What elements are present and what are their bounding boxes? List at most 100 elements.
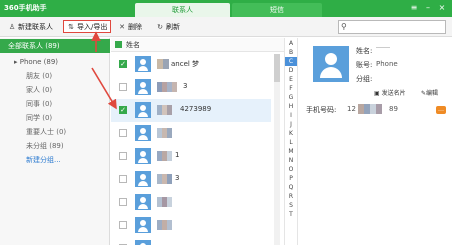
import-export-label: 导入/导出 — [77, 23, 108, 31]
tab-contacts[interactable]: 联系人 — [135, 3, 230, 17]
list-item[interactable] — [111, 122, 271, 145]
redacted-name — [157, 151, 172, 161]
message-icon[interactable]: … — [436, 106, 446, 114]
index-letter[interactable]: T — [285, 210, 297, 219]
search-input[interactable]: ⚲ — [338, 20, 446, 34]
index-letter[interactable]: M — [285, 147, 297, 156]
minimize-icon[interactable]: – — [422, 2, 434, 14]
list-item[interactable]: ✓ 4273989 — [111, 99, 271, 122]
contact-detail-panel: 姓名: 账号: Phone 分组: ▣ 发送名片 ✎编辑 手机号码: 12 89… — [297, 38, 452, 245]
import-export-button[interactable]: ⇅ 导入/导出 — [63, 20, 112, 33]
avatar — [135, 125, 151, 141]
index-letter-active[interactable]: C — [285, 57, 297, 66]
sidebar-item-all-contacts[interactable]: 全部联系人 (89) — [0, 39, 110, 53]
redacted-name — [157, 105, 172, 115]
delete-button[interactable]: ✕ 删除 — [118, 21, 142, 34]
index-letter[interactable]: O — [285, 165, 297, 174]
avatar — [135, 240, 151, 245]
redacted-name — [157, 220, 172, 230]
sidebar-item-vip[interactable]: 重要人士 (0) — [0, 125, 110, 139]
index-letter[interactable]: B — [285, 48, 297, 57]
account-value: Phone — [376, 60, 398, 68]
import-icon: ⇅ — [68, 23, 74, 31]
sidebar-item-label: Phone (89) — [19, 58, 59, 66]
index-letter[interactable]: K — [285, 129, 297, 138]
row-checkbox[interactable] — [119, 221, 127, 229]
index-letter[interactable]: J — [285, 120, 297, 129]
send-card-button[interactable]: ▣ 发送名片 — [374, 88, 406, 97]
menu-icon[interactable]: ≡ — [408, 2, 420, 14]
redacted-name — [157, 197, 172, 207]
list-item[interactable] — [111, 214, 271, 237]
index-letter[interactable]: S — [285, 201, 297, 210]
list-item[interactable] — [111, 191, 271, 214]
row-checkbox[interactable] — [119, 198, 127, 206]
refresh-button[interactable]: ↻ 刷新 — [156, 21, 180, 34]
index-letter[interactable]: G — [285, 93, 297, 102]
send-card-label: 发送名片 — [381, 90, 406, 97]
contact-name: 4273989 — [180, 105, 212, 113]
index-letter[interactable]: D — [285, 66, 297, 75]
row-checkbox[interactable] — [119, 152, 127, 160]
row-checkbox[interactable]: ✓ — [119, 60, 127, 68]
row-checkbox[interactable] — [119, 175, 127, 183]
redacted-phone — [358, 104, 382, 114]
delete-icon: ✕ — [119, 23, 125, 31]
redacted-name — [157, 174, 172, 184]
sidebar-item-family[interactable]: 家人 (0) — [0, 83, 110, 97]
sidebar: 全部联系人 (89) ▸ Phone (89) 朋友 (0) 家人 (0) 同事… — [0, 38, 110, 245]
index-letter[interactable]: Q — [285, 183, 297, 192]
list-item[interactable]: 3 — [111, 76, 271, 99]
index-letter[interactable]: L — [285, 138, 297, 147]
avatar — [135, 217, 151, 233]
avatar — [135, 148, 151, 164]
sidebar-item-colleagues[interactable]: 同事 (0) — [0, 97, 110, 111]
index-letter[interactable]: H — [285, 102, 297, 111]
close-icon[interactable]: × — [436, 2, 448, 14]
list-item[interactable]: 3 — [111, 168, 271, 191]
sidebar-item-friends[interactable]: 朋友 (0) — [0, 69, 110, 83]
select-all-checkbox[interactable] — [115, 41, 122, 48]
index-letter[interactable]: E — [285, 75, 297, 84]
list-scrollbar[interactable] — [274, 54, 280, 245]
contact-name: 3 — [175, 174, 180, 182]
phone-prefix: 12 — [347, 105, 356, 113]
redacted-name — [157, 59, 169, 69]
title-bar: 360手机助手 联系人 短信 ≡ – × — [0, 0, 452, 17]
row-checkbox[interactable] — [119, 129, 127, 137]
list-header: 姓名 — [111, 38, 284, 52]
refresh-icon: ↻ — [157, 23, 163, 31]
tab-sms[interactable]: 短信 — [232, 3, 322, 17]
delete-label: 删除 — [128, 23, 142, 31]
avatar — [135, 171, 151, 187]
list-item[interactable]: ✓ ancel 梦 — [111, 53, 271, 76]
index-letter[interactable]: R — [285, 192, 297, 201]
list-item[interactable]: 1 — [111, 145, 271, 168]
contact-list: 姓名 ✓ ancel 梦 3 ✓ 4273989 1 3 — [111, 38, 284, 245]
index-letter[interactable]: P — [285, 174, 297, 183]
scrollbar-thumb[interactable] — [274, 54, 280, 82]
new-contact-button[interactable]: ♙ 新建联系人 — [8, 21, 53, 34]
avatar — [135, 79, 151, 95]
sidebar-item-phone[interactable]: ▸ Phone (89) — [0, 55, 110, 69]
refresh-label: 刷新 — [166, 23, 180, 31]
toolbar: ♙ 新建联系人 ⇅ 导入/导出 ✕ 删除 ↻ 刷新 ⚲ — [0, 17, 452, 37]
contact-name: 1 — [175, 151, 180, 159]
phone-label: 手机号码: — [306, 106, 337, 114]
new-group-link[interactable]: 新建分组... — [0, 153, 110, 167]
row-checkbox[interactable] — [119, 83, 127, 91]
sidebar-item-classmates[interactable]: 同学 (0) — [0, 111, 110, 125]
new-contact-label: 新建联系人 — [18, 23, 53, 31]
contact-name: ancel 梦 — [171, 60, 200, 68]
list-item[interactable] — [111, 237, 271, 245]
index-letter[interactable]: A — [285, 39, 297, 48]
edit-button[interactable]: ✎编辑 — [421, 88, 438, 97]
avatar — [135, 102, 151, 118]
index-letter[interactable]: N — [285, 156, 297, 165]
row-checkbox[interactable]: ✓ — [119, 106, 127, 114]
edit-label: 编辑 — [426, 90, 439, 97]
sidebar-item-ungrouped[interactable]: 未分组 (89) — [0, 139, 110, 153]
index-letter[interactable]: F — [285, 84, 297, 93]
index-letter[interactable]: I — [285, 111, 297, 120]
avatar — [135, 56, 151, 72]
